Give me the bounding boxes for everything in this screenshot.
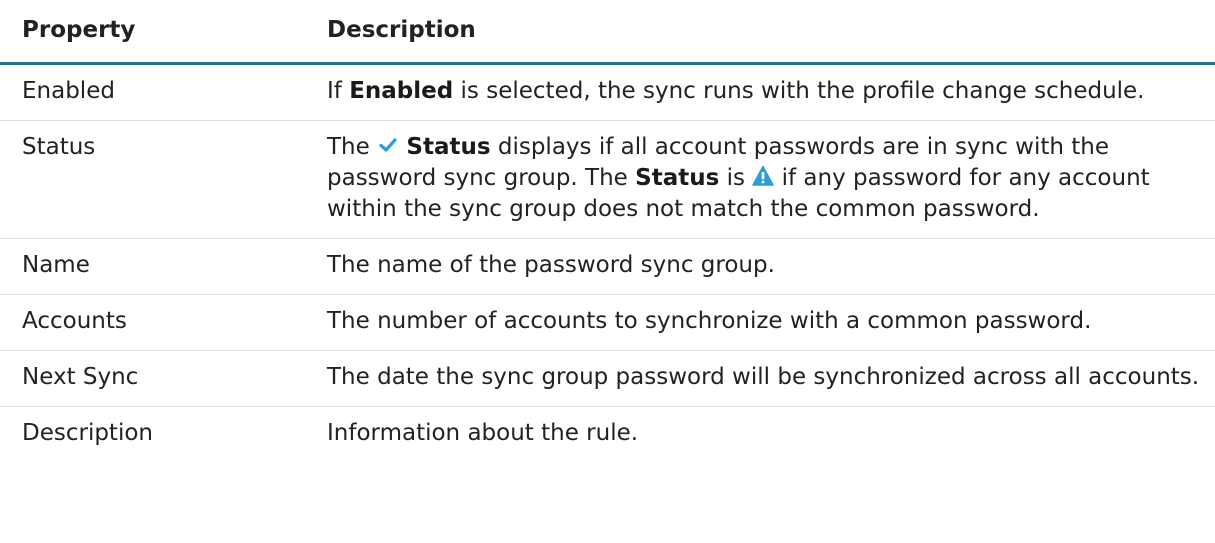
description-cell: The number of accounts to synchronize wi…	[305, 294, 1215, 351]
description-bold-term: Status	[406, 133, 491, 160]
description-bold-term: Enabled	[349, 77, 454, 104]
description-cell: If Enabled is selected, the sync runs wi…	[305, 63, 1215, 121]
description-text: If	[327, 77, 350, 104]
table-row: Accounts The number of accounts to synch…	[0, 294, 1215, 351]
description-text: is	[719, 164, 753, 191]
property-cell: Description	[22, 419, 153, 446]
description-cell: The name of the password sync group.	[305, 238, 1215, 295]
table-header: Property Description	[0, 0, 1215, 65]
property-cell: Next Sync	[0, 350, 305, 407]
description-bold-term: Status	[635, 164, 720, 191]
table-row: Enabled If Enabled is selected, the sync…	[0, 63, 1215, 121]
table-row: Description Information about the rule.	[0, 406, 1215, 462]
table-row: Next Sync The date the sync group passwo…	[0, 350, 1215, 407]
description-cell: Information about the rule.	[327, 419, 639, 446]
description-text: is selected, the sync runs with the prof…	[453, 77, 1145, 104]
property-cell: Enabled	[0, 63, 305, 121]
property-cell: Accounts	[0, 294, 305, 351]
table-body: Enabled If Enabled is selected, the sync…	[0, 63, 1215, 462]
properties-table: Property Description Enabled If Enabled …	[0, 0, 1215, 462]
checkmark-icon	[377, 134, 399, 156]
property-cell: Status	[0, 120, 305, 239]
description-text: The	[327, 133, 378, 160]
description-column-header: Description	[305, 0, 1215, 65]
description-cell: The date the sync group password will be…	[305, 350, 1215, 407]
header-row: Property Description	[0, 0, 1215, 65]
description-cell: The Status displays if all account passw…	[305, 120, 1215, 239]
table-row: Name The name of the password sync group…	[0, 238, 1215, 295]
property-column-header: Property	[0, 0, 305, 65]
warning-triangle-icon	[752, 165, 775, 187]
property-cell: Name	[0, 238, 305, 295]
table-row: Status The Status displays if all accoun…	[0, 120, 1215, 239]
